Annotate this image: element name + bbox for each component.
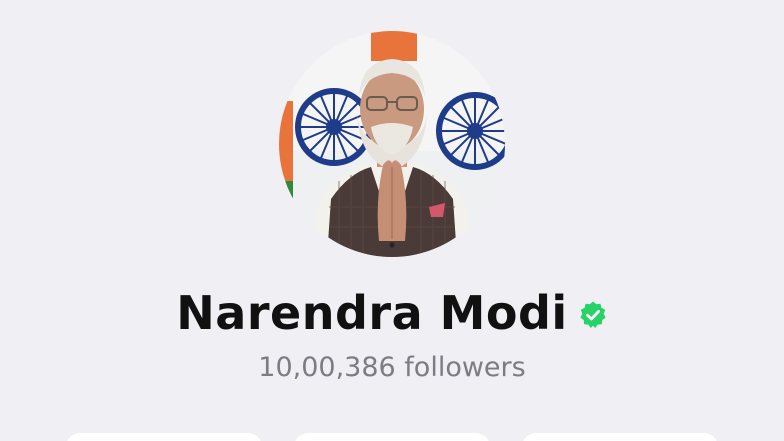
verified-badge-icon[interactable] — [578, 300, 608, 330]
followers-count: 10,00,386 followers — [258, 352, 526, 383]
channel-name-row: Narendra Modi — [0, 278, 784, 348]
profile-photo — [279, 31, 505, 257]
profile-avatar[interactable] — [279, 31, 505, 257]
action-buttons-row — [0, 433, 784, 441]
channel-name: Narendra Modi — [176, 286, 568, 340]
action-button-right[interactable] — [522, 433, 718, 441]
channel-profile-screen: Narendra Modi 10,00,386 followers — [0, 0, 784, 441]
action-button-center[interactable] — [294, 433, 490, 441]
action-button-left[interactable] — [66, 433, 262, 441]
